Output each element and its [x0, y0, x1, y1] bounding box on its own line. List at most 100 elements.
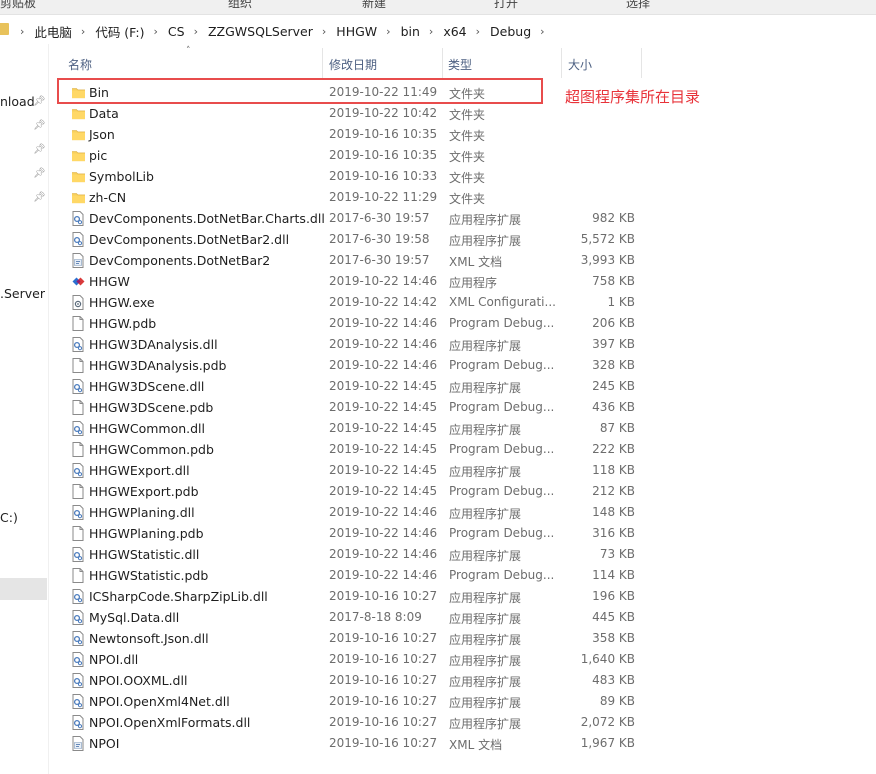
file-name: HHGW: [89, 274, 130, 289]
file-date: 2017-6-30 19:58: [329, 232, 430, 246]
column-header-type[interactable]: 类型: [448, 56, 472, 73]
file-row[interactable]: NPOI 2019-10-16 10:27 XML 文档 1,967 KB: [50, 733, 876, 754]
file-row[interactable]: DevComponents.DotNetBar2.dll 2017-6-30 19…: [50, 229, 876, 250]
pin-icon[interactable]: 📌︎: [33, 120, 46, 131]
nav-item-selected[interactable]: [0, 578, 47, 600]
file-icon: [71, 568, 85, 583]
chevron-right-icon[interactable]: ›: [154, 25, 158, 38]
file-row[interactable]: Newtonsoft.Json.dll 2019-10-16 10:27 应用程序扩…: [50, 628, 876, 649]
file-row[interactable]: SymbolLib 2019-10-16 10:33 文件夹: [50, 166, 876, 187]
file-row[interactable]: NPOI.OpenXmlFormats.dll 2019-10-16 10:27 应…: [50, 712, 876, 733]
pin-icon[interactable]: 📌︎: [33, 96, 46, 107]
file-row[interactable]: Json 2019-10-16 10:35 文件夹: [50, 124, 876, 145]
file-size: 2,072 KB: [580, 715, 635, 729]
breadcrumb-item[interactable]: 代码 (F:): [95, 22, 144, 41]
file-row[interactable]: HHGW.exe 2019-10-22 14:42 XML Configurati.…: [50, 292, 876, 313]
file-row[interactable]: HHGWExport.dll 2019-10-22 14:45 应用程序扩展 118 …: [50, 460, 876, 481]
dll-icon: [71, 379, 85, 394]
file-row[interactable]: HHGW.pdb 2019-10-22 14:46 Program Debug...…: [50, 313, 876, 334]
dll-icon: [71, 610, 85, 625]
file-type: Program Debug...: [449, 358, 555, 372]
file-type: 应用程序扩展: [449, 633, 522, 647]
chevron-right-icon[interactable]: ›: [81, 25, 85, 38]
nav-item-drive-c[interactable]: C:): [0, 510, 18, 525]
file-row[interactable]: HHGWStatistic.dll 2019-10-22 14:46 应用程序扩展 7…: [50, 544, 876, 565]
column-divider[interactable]: [561, 48, 562, 78]
file-row[interactable]: HHGW 2019-10-22 14:46 应用程序 758 KB: [50, 271, 876, 292]
dll-icon: [71, 673, 85, 688]
address-bar[interactable]: › 此电脑 › 代码 (F:) › CS › ZZGWSQLServer › H…: [0, 16, 876, 44]
chevron-right-icon[interactable]: ›: [386, 25, 390, 38]
folder-icon: [71, 106, 85, 121]
column-divider[interactable]: [641, 48, 642, 78]
file-row[interactable]: ICSharpCode.SharpZipLib.dll 2019-10-16 10…: [50, 586, 876, 607]
chevron-right-icon[interactable]: ›: [20, 25, 24, 38]
pin-icon[interactable]: 📌︎: [33, 192, 46, 203]
dll-icon: [71, 652, 85, 667]
file-row[interactable]: NPOI.OpenXml4Net.dll 2019-10-16 10:27 应用程序…: [50, 691, 876, 712]
file-type: 应用程序扩展: [449, 234, 522, 248]
file-name: HHGWExport.dll: [89, 463, 190, 478]
file-type: 应用程序扩展: [449, 423, 522, 437]
dll-icon: [71, 505, 85, 520]
file-row[interactable]: Data 2019-10-22 10:42 文件夹: [50, 103, 876, 124]
breadcrumb-item[interactable]: ZZGWSQLServer: [208, 24, 313, 39]
file-row[interactable]: HHGW3DAnalysis.pdb 2019-10-22 14:46 Progra…: [50, 355, 876, 376]
pin-icon[interactable]: 📌︎: [33, 168, 46, 179]
file-date: 2019-10-22 14:45: [329, 421, 438, 435]
column-divider[interactable]: [322, 48, 323, 78]
ribbon-organize-label: 组织: [228, 0, 253, 10]
file-row[interactable]: HHGWPlaning.dll 2019-10-22 14:46 应用程序扩展 148…: [50, 502, 876, 523]
file-type: 应用程序扩展: [449, 507, 522, 521]
file-row[interactable]: HHGW3DScene.dll 2019-10-22 14:45 应用程序扩展 245…: [50, 376, 876, 397]
file-row[interactable]: HHGWPlaning.pdb 2019-10-22 14:46 Program D…: [50, 523, 876, 544]
breadcrumb-item[interactable]: HHGW: [336, 24, 377, 39]
file-row[interactable]: HHGWExport.pdb 2019-10-22 14:45 Program De…: [50, 481, 876, 502]
breadcrumb-item[interactable]: Debug: [490, 24, 531, 39]
file-type: Program Debug...: [449, 568, 555, 582]
chevron-right-icon[interactable]: ›: [540, 25, 544, 38]
file-size: 982 KB: [592, 211, 635, 225]
file-date: 2019-10-16 10:35: [329, 148, 438, 162]
file-size: 222 KB: [592, 442, 635, 456]
file-row[interactable]: zh-CN 2019-10-22 11:29 文件夹: [50, 187, 876, 208]
file-row[interactable]: DevComponents.DotNetBar.Charts.dll 2017-6…: [50, 208, 876, 229]
breadcrumb-item[interactable]: 此电脑: [34, 22, 72, 41]
dll-icon: [71, 232, 85, 247]
nav-item-sqlserver[interactable]: .Server: [0, 286, 45, 301]
file-type: 文件夹: [449, 171, 486, 185]
file-size: 206 KB: [592, 316, 635, 330]
file-size: 358 KB: [592, 631, 635, 645]
column-header-name[interactable]: 名称: [68, 56, 92, 73]
column-header-size[interactable]: 大小: [568, 56, 592, 73]
file-row[interactable]: DevComponents.DotNetBar2 2017-6-30 19:57 X…: [50, 250, 876, 271]
file-row[interactable]: pic 2019-10-16 10:35 文件夹: [50, 145, 876, 166]
breadcrumb-item[interactable]: CS: [168, 24, 185, 39]
file-row[interactable]: HHGWCommon.dll 2019-10-22 14:45 应用程序扩展 87 K…: [50, 418, 876, 439]
file-row[interactable]: HHGWCommon.pdb 2019-10-22 14:45 Program De…: [50, 439, 876, 460]
file-row[interactable]: HHGW3DAnalysis.dll 2019-10-22 14:46 应用程序扩展…: [50, 334, 876, 355]
file-row[interactable]: NPOI.OOXML.dll 2019-10-16 10:27 应用程序扩展 483 …: [50, 670, 876, 691]
file-name: Json: [89, 127, 115, 142]
file-row[interactable]: MySql.Data.dll 2017-8-18 8:09 应用程序扩展 445 KB: [50, 607, 876, 628]
file-date: 2019-10-16 10:27: [329, 694, 438, 708]
breadcrumb-item[interactable]: bin: [401, 24, 420, 39]
file-row[interactable]: HHGWStatistic.pdb 2019-10-22 14:46 Program…: [50, 565, 876, 586]
file-row[interactable]: HHGW3DScene.pdb 2019-10-22 14:45 Program D…: [50, 397, 876, 418]
file-row[interactable]: NPOI.dll 2019-10-16 10:27 应用程序扩展 1,640 KB: [50, 649, 876, 670]
dll-icon: [71, 337, 85, 352]
column-divider[interactable]: [442, 48, 443, 78]
column-header-date[interactable]: 修改日期: [329, 56, 377, 73]
chevron-right-icon[interactable]: ›: [194, 25, 198, 38]
file-type: 应用程序扩展: [449, 696, 522, 710]
file-size: 73 KB: [599, 547, 635, 561]
file-type: 文件夹: [449, 129, 486, 143]
nav-item-download[interactable]: nload: [0, 94, 35, 109]
chevron-right-icon[interactable]: ›: [476, 25, 480, 38]
file-icon: [71, 484, 85, 499]
breadcrumb-item[interactable]: x64: [443, 24, 466, 39]
chevron-right-icon[interactable]: ›: [322, 25, 326, 38]
pin-icon[interactable]: 📌︎: [33, 144, 46, 155]
chevron-right-icon[interactable]: ›: [429, 25, 433, 38]
file-date: 2019-10-16 10:27: [329, 736, 438, 750]
